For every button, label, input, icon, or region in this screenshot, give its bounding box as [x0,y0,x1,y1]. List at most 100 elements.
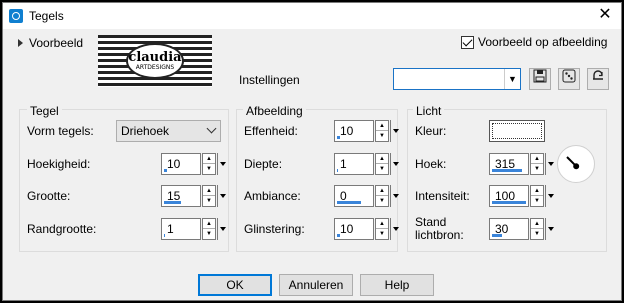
slider-dropdown-button[interactable] [390,153,399,175]
light-source-spinner[interactable]: 30 ▲ ▼ [489,218,554,240]
ambiance-bar [337,201,361,204]
decrement-button[interactable]: ▼ [376,131,388,141]
increment-button[interactable]: ▲ [376,121,388,131]
increment-button[interactable]: ▲ [203,219,215,229]
decrement-button[interactable]: ▼ [203,196,215,206]
random-button[interactable] [558,68,580,90]
increment-button[interactable]: ▲ [531,154,543,164]
logo-text: claudia [128,50,182,65]
window-title: Tegels [29,9,64,23]
tile-size-spinner[interactable]: 15 ▲ ▼ [161,185,226,207]
decrement-button[interactable]: ▼ [376,196,388,206]
chevron-down-icon[interactable]: ▼ [504,69,520,89]
close-button[interactable]: ✕ [595,5,615,25]
slider-dropdown-button[interactable] [545,218,554,240]
preview-on-image-label: Voorbeeld op afbeelding [478,35,608,49]
increment-button[interactable]: ▲ [531,219,543,229]
tile-size-label: Grootte: [27,189,71,203]
light-source-bar [492,234,502,237]
shine-label: Glinstering: [244,222,305,236]
help-button[interactable]: Help [360,274,434,296]
border-size-label: Randgrootte: [27,222,97,236]
expand-triangle-icon [18,39,23,47]
decrement-button[interactable]: ▼ [376,229,388,239]
checkbox-checked-icon[interactable] [461,35,474,49]
cancel-button[interactable]: Annuleren [279,274,353,296]
border-size-bar [164,234,165,237]
slider-dropdown-button[interactable] [390,120,399,142]
preview-on-image-checkbox[interactable]: Voorbeeld op afbeelding [461,35,607,49]
increment-button[interactable]: ▲ [203,154,215,164]
shine-bar [337,234,340,237]
dial-hand-icon [566,156,578,168]
increment-button[interactable]: ▲ [203,186,215,196]
light-source-label: Stand lichtbron: [415,216,464,242]
intensity-spinner[interactable]: 100 ▲ ▼ [489,185,554,207]
slider-dropdown-button[interactable] [545,153,554,175]
save-preset-button[interactable] [529,68,551,90]
ambiance-label: Ambiance: [244,189,301,203]
slider-dropdown-button[interactable] [390,218,399,240]
title-bar: Tegels ✕ [3,3,621,29]
image-group-title: Afbeelding [243,104,306,118]
tile-angularity-bar [164,169,167,172]
dice-icon [562,69,576,83]
tile-shape-dropdown[interactable]: Driehoek [116,120,221,142]
smoothness-spinner[interactable]: 10 ▲ ▼ [334,120,399,142]
reset-icon [593,70,603,80]
light-angle-label: Hoek: [415,157,447,171]
smoothness-bar [337,136,340,139]
shine-spinner[interactable]: 10 ▲ ▼ [334,218,399,240]
settings-label: Instellingen [239,73,300,87]
light-color-swatch[interactable] [489,120,545,142]
slider-dropdown-button[interactable] [217,185,226,207]
decrement-button[interactable]: ▼ [203,229,215,239]
watermark-logo: claudia ARTDESIGNS [98,35,212,87]
decrement-button[interactable]: ▼ [531,164,543,174]
floppy-disk-icon [533,69,547,83]
light-source-label-line2: lichtbron: [415,228,464,242]
light-angle-dial[interactable] [557,145,595,183]
depth-spinner[interactable]: 1 ▲ ▼ [334,153,399,175]
tile-shape-value: Driehoek [121,124,170,138]
preset-select[interactable]: ▼ [393,68,521,90]
smoothness-value[interactable]: 10 [340,124,353,138]
slider-dropdown-button[interactable] [545,185,554,207]
increment-button[interactable]: ▲ [376,219,388,229]
ok-button[interactable]: OK [198,274,272,296]
decrement-button[interactable]: ▼ [531,229,543,239]
increment-button[interactable]: ▲ [531,186,543,196]
tile-shape-label: Vorm tegels: [27,124,94,138]
increment-button[interactable]: ▲ [376,154,388,164]
app-icon [9,9,23,23]
decrement-button[interactable]: ▼ [531,196,543,206]
slider-dropdown-button[interactable] [217,218,226,240]
depth-bar [337,169,338,172]
border-size-spinner[interactable]: 1 ▲ ▼ [161,218,226,240]
logo-badge: claudia ARTDESIGNS [126,43,184,79]
intensity-bar [492,201,526,204]
tiles-dialog-window: Tegels ✕ Voorbeeld claudia ARTDESIGNS Vo… [2,2,622,301]
increment-button[interactable]: ▲ [376,186,388,196]
chevron-down-icon [206,123,217,134]
border-size-value[interactable]: 1 [167,222,174,236]
reset-button[interactable] [587,68,609,90]
tile-group-title: Tegel [27,104,62,118]
intensity-label: Intensiteit: [415,189,470,203]
light-source-label-line1: Stand [415,215,447,229]
shine-value[interactable]: 10 [340,222,353,236]
logo-subtext: ARTDESIGNS [135,64,175,71]
light-group-title: Licht [413,104,445,118]
depth-value[interactable]: 1 [340,157,347,171]
light-color-label: Kleur: [415,124,447,138]
tile-angularity-value[interactable]: 10 [167,157,180,171]
decrement-button[interactable]: ▼ [376,164,388,174]
depth-label: Diepte: [244,157,283,171]
tile-angularity-spinner[interactable]: 10 ▲ ▼ [161,153,226,175]
slider-dropdown-button[interactable] [390,185,399,207]
slider-dropdown-button[interactable] [217,153,226,175]
light-angle-spinner[interactable]: 315 ▲ ▼ [489,153,554,175]
preview-toggle[interactable]: Voorbeeld [18,36,83,50]
decrement-button[interactable]: ▼ [203,164,215,174]
ambiance-spinner[interactable]: 0 ▲ ▼ [334,185,399,207]
